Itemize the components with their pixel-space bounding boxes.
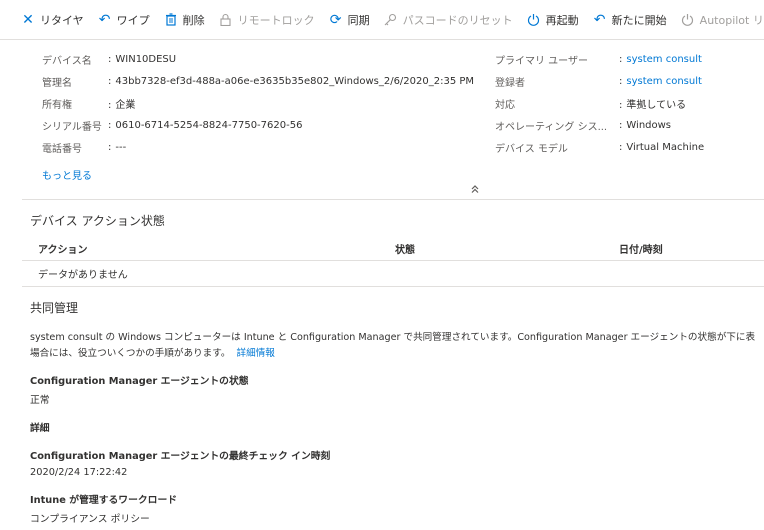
sync-icon: ⟳ (329, 11, 342, 28)
serial-number-label: シリアル番号 (42, 121, 102, 133)
last-checkin-value: 2020/2/24 17:22:42 (30, 467, 128, 478)
remote-lock-label: リモートロック (237, 13, 315, 27)
comanagement-description: system consult の Windows コンピューターは Intune… (30, 330, 764, 362)
essentials-row: シリアル番号 :0610-6714-5254-8824-7750-7620-56 (42, 119, 303, 133)
description-line-1: system consult の Windows コンピューターは Intune… (30, 332, 756, 343)
device-action-status-title: デバイス アクション状態 (30, 214, 165, 228)
operating-system-label: オペレーティング シス... (495, 121, 608, 133)
essentials-row: デバイス名 : WIN10DESU (42, 53, 177, 67)
column-header-status: 状態 (395, 245, 415, 256)
see-more-link[interactable]: もっと見る (42, 167, 92, 182)
column-header-datetime: 日付/時刻 (619, 245, 663, 256)
agent-state-value: 正常 (30, 395, 50, 406)
command-bar: ✕ リタイヤ ↶ ワイプ 削除 リモートロック ⟳ 同期 パスコードのリセット … (0, 0, 764, 40)
enrolled-by-link[interactable]: system consult (626, 76, 702, 87)
retire-label: リタイヤ (40, 13, 84, 27)
agent-state-label: Configuration Manager エージェントの状態 (30, 376, 249, 387)
wipe-label: ワイプ (116, 13, 150, 27)
actions-table-header: アクション 状態 日付/時刻 (22, 237, 764, 261)
retire-button[interactable]: ✕ リタイヤ (20, 12, 84, 28)
remote-lock-button[interactable]: リモートロック (218, 12, 315, 28)
comanagement-title: 共同管理 (30, 301, 79, 315)
serial-number-value: 0610-6714-5254-8824-7750-7620-56 (115, 119, 303, 131)
primary-user-label: プライマリ ユーザー (495, 55, 588, 67)
phone-number-value: --- (115, 141, 127, 153)
essentials-row: 管理名 :43bb7328-ef3d-488a-a06e-e3635b35e80… (42, 75, 475, 89)
power-icon (526, 12, 542, 28)
divider (22, 199, 764, 200)
details-heading: 詳細 (30, 423, 50, 434)
ownership-label: 所有権 (42, 99, 72, 111)
device-model-value: Virtual Machine (626, 141, 705, 153)
compliance-value: 準拠している (626, 99, 687, 111)
restart-button[interactable]: 再起動 (526, 12, 579, 28)
ownership-value: 企業 (115, 99, 136, 111)
primary-user-link[interactable]: system consult (626, 54, 702, 65)
no-data-message: データがありません (38, 270, 128, 281)
essentials-right: プライマリ ユーザー : system consult 登録者 : system c… (495, 48, 704, 158)
delete-button[interactable]: 削除 (163, 12, 205, 28)
autopilot-reset-button[interactable]: Autopilot リセット (680, 12, 764, 28)
undo-icon: ↶ (593, 11, 606, 28)
essentials-row: 電話番号 : --- (42, 141, 127, 155)
delete-label: 削除 (182, 13, 205, 27)
passcode-reset-label: パスコードのリセット (402, 13, 513, 27)
lock-icon (218, 12, 234, 28)
management-name-value: 43bb7328-ef3d-488a-a06e-e3635b35e802_Win… (115, 75, 475, 87)
sync-label: 同期 (347, 13, 370, 27)
essentials-row: デバイス モデル : Virtual Machine (495, 141, 705, 155)
intune-workloads-value: コンプライアンス ポリシー (30, 514, 150, 525)
key-icon (383, 12, 399, 28)
double-chevron-up-icon (471, 185, 479, 193)
more-info-link[interactable]: 詳細情報 (237, 348, 275, 359)
essentials-row: プライマリ ユーザー : system consult (495, 53, 702, 67)
restart-label: 再起動 (545, 13, 579, 27)
management-name-label: 管理名 (42, 77, 72, 89)
divider (22, 286, 764, 287)
intune-workloads-label: Intune が管理するワークロード (30, 495, 178, 506)
collapse-essentials-button[interactable] (470, 184, 480, 197)
enrolled-by-label: 登録者 (495, 77, 525, 89)
power-icon (680, 12, 696, 28)
device-model-label: デバイス モデル (495, 143, 568, 155)
sync-button[interactable]: ⟳ 同期 (328, 12, 370, 28)
description-line-2: 場合には、役立ついくつかの手順があります。 (30, 348, 231, 359)
trash-icon (163, 12, 179, 28)
last-checkin-label: Configuration Manager エージェントの最終チェック イン時刻 (30, 451, 331, 462)
device-name-value: WIN10DESU (115, 53, 177, 65)
fresh-start-label: 新たに開始 (611, 13, 667, 27)
phone-number-label: 電話番号 (42, 143, 82, 155)
essentials-row: 対応 : 準拠している (495, 92, 704, 114)
close-icon: ✕ (22, 11, 34, 28)
essentials-row: 登録者 : system consult (495, 75, 702, 89)
wipe-button[interactable]: ↶ ワイプ (97, 12, 150, 28)
essentials-left: デバイス名 : WIN10DESU 管理名 :43bb7328-ef3d-488a… (42, 48, 474, 158)
compliance-label: 対応 (495, 99, 515, 111)
essentials-row: 所有権 : 企業 (42, 92, 474, 114)
operating-system-value: Windows (626, 119, 672, 131)
essentials-row: オペレーティング シス... : Windows (495, 119, 672, 133)
column-header-action: アクション (38, 245, 88, 256)
device-name-label: デバイス名 (42, 55, 92, 67)
undo-icon: ↶ (98, 11, 111, 28)
autopilot-reset-label: Autopilot リセット (699, 13, 764, 27)
passcode-reset-button[interactable]: パスコードのリセット (383, 12, 513, 28)
fresh-start-button[interactable]: ↶ 新たに開始 (592, 12, 667, 28)
